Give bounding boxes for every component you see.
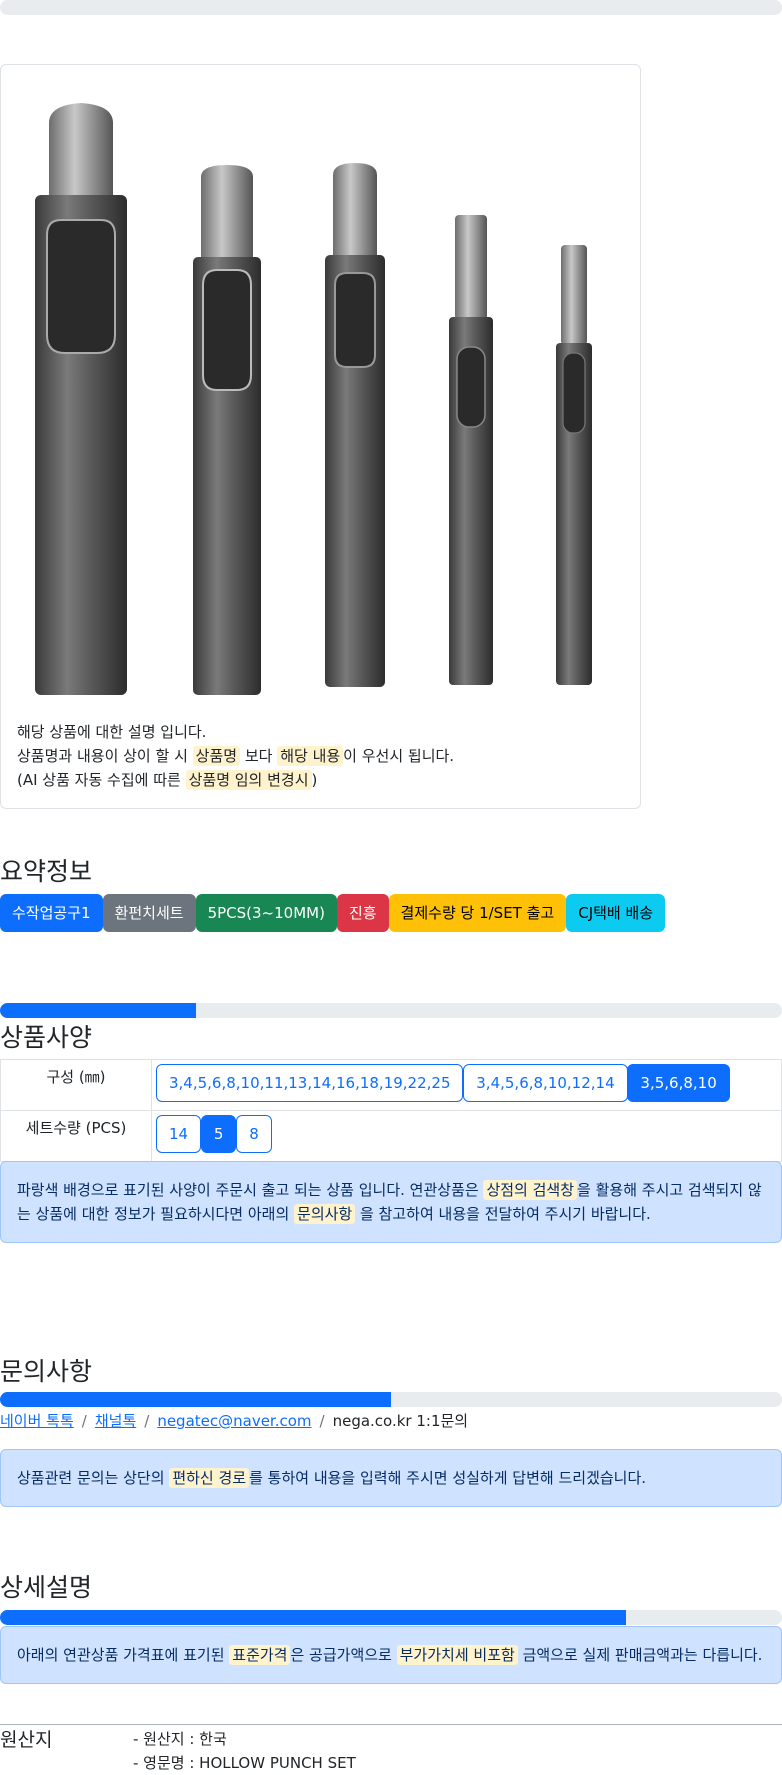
- inquiry-title: 문의사항: [0, 1357, 93, 1386]
- text: (AI 상품 자동 수집에 따른: [17, 771, 186, 789]
- punch-1: [35, 103, 127, 695]
- spec-notice: 파랑색 배경으로 표기된 사양이 주문시 출고 되는 상품 입니다. 연관상품은…: [0, 1161, 782, 1243]
- badge-delivery: CJ택배 배송: [566, 894, 666, 932]
- origin-label: 원산지: [0, 1729, 53, 1751]
- highlight-vat-excluded: 부가가치세 비포함: [396, 1645, 518, 1665]
- product-image-card: 해당 상품에 대한 설명 입니다. 상품명과 내용이 상이 할 시 상품명 보다…: [0, 64, 641, 809]
- separator: /: [81, 1412, 87, 1430]
- channeltalk-link[interactable]: 채널톡: [95, 1412, 136, 1430]
- top-progress-bar: [0, 0, 782, 15]
- text: 보다: [240, 747, 278, 765]
- detail-progress-bar: [0, 1610, 782, 1625]
- badge-shipping-unit: 결제수량 당 1/SET 출고: [388, 894, 567, 932]
- highlight-preferred-route: 편하신 경로: [169, 1468, 250, 1488]
- text: 상품명과 내용이 상이 할 시: [17, 747, 193, 765]
- spec-progress-bar: [0, 1003, 782, 1018]
- spec-row-composition: 구성 (㎜) 3,4,5,6,8,10,11,13,14,16,18,19,22…: [0, 1059, 782, 1111]
- text: 파랑색 배경으로 표기된 사양이 주문시 출고 되는 상품 입니다. 연관상품은: [17, 1181, 484, 1199]
- text: 이 우선시 됩니다.: [343, 747, 455, 765]
- punch-4: [449, 215, 493, 685]
- highlight-product-name: 상품명: [192, 746, 241, 766]
- highlight-inquiry: 문의사항: [294, 1204, 356, 1224]
- badge-category: 수작업공구1: [0, 894, 103, 932]
- spec-row-set-quantity: 세트수량 (PCS) 14 5 8: [0, 1110, 782, 1162]
- email-link[interactable]: negatec@naver.com: [157, 1412, 311, 1430]
- punch-5: [556, 245, 592, 685]
- spec-header-composition: 구성 (㎜): [0, 1059, 152, 1111]
- inquiry-progress-fill: [0, 1392, 391, 1407]
- spec-table: 구성 (㎜) 3,4,5,6,8,10,11,13,14,16,18,19,22…: [0, 1059, 782, 1162]
- origin-english-name: - 영문명 : HOLLOW PUNCH SET: [133, 1754, 356, 1772]
- separator: /: [319, 1412, 325, 1430]
- option-quantity-2[interactable]: 5: [200, 1115, 237, 1153]
- description-line-1: 해당 상품에 대한 설명 입니다.: [17, 723, 207, 741]
- text: 금액으로 실제 판매금액과는 다릅니다.: [517, 1646, 763, 1664]
- site-inquiry-text: nega.co.kr 1:1문의: [332, 1412, 469, 1430]
- badge-brand: 진흥: [336, 894, 389, 932]
- text: 를 통하여 내용을 입력해 주시면 성실하게 답변해 드리겠습니다.: [249, 1469, 647, 1487]
- badge-quantity: 5PCS(3~10MM): [195, 894, 337, 932]
- spec-options-set-quantity: 14 5 8: [151, 1110, 782, 1162]
- spec-progress-fill: [0, 1003, 196, 1018]
- text: ): [311, 771, 318, 789]
- summary-title: 요약정보: [0, 857, 93, 886]
- option-composition-2[interactable]: 3,4,5,6,8,10,12,14: [463, 1064, 628, 1102]
- separator: /: [144, 1412, 150, 1430]
- text: 은 공급가액으로: [290, 1646, 397, 1664]
- punch-3: [325, 163, 385, 687]
- badge-product-type: 환펀치세트: [102, 894, 196, 932]
- detail-notice: 아래의 연관상품 가격표에 표기된 표준가격 은 공급가액으로 부가가치세 비포함…: [0, 1626, 782, 1684]
- origin-section: 원산지 - 원산지 : 한국 - 영문명 : HOLLOW PUNCH SET: [0, 1724, 782, 1772]
- origin-country: - 원산지 : 한국: [133, 1730, 227, 1748]
- naver-talktalk-link[interactable]: 네이버 톡톡: [0, 1412, 74, 1430]
- highlight-name-change: 상품명 임의 변경시: [185, 770, 312, 790]
- detail-title: 상세설명: [0, 1573, 93, 1602]
- inquiry-progress-bar: [0, 1392, 782, 1407]
- spec-header-set-quantity: 세트수량 (PCS): [0, 1110, 152, 1162]
- inquiry-notice: 상품관련 문의는 상단의 편하신 경로 를 통하여 내용을 입력해 주시면 성실하…: [0, 1449, 782, 1507]
- text: 을 참고하여 내용을 전달하여 주시기 바랍니다.: [355, 1205, 651, 1223]
- origin-values: - 원산지 : 한국 - 영문명 : HOLLOW PUNCH SET: [133, 1727, 356, 1775]
- product-image: [35, 103, 592, 695]
- option-composition-3[interactable]: 3,5,6,8,10: [627, 1064, 730, 1102]
- description-line-2: 상품명과 내용이 상이 할 시 상품명 보다 해당 내용 이 우선시 됩니다.: [17, 744, 454, 768]
- product-description: 해당 상품에 대한 설명 입니다. 상품명과 내용이 상이 할 시 상품명 보다…: [17, 720, 454, 792]
- option-composition-1[interactable]: 3,4,5,6,8,10,11,13,14,16,18,19,22,25: [156, 1064, 464, 1102]
- highlight-search-box: 상점의 검색창: [483, 1180, 578, 1200]
- summary-badges: 수작업공구1 환펀치세트 5PCS(3~10MM) 진흥 결제수량 당 1/SE…: [0, 894, 666, 932]
- highlight-content: 해당 내용: [277, 746, 344, 766]
- text: 상품관련 문의는 상단의: [17, 1469, 170, 1487]
- spec-options-composition: 3,4,5,6,8,10,11,13,14,16,18,19,22,25 3,4…: [151, 1059, 782, 1111]
- option-quantity-1[interactable]: 14: [156, 1115, 202, 1153]
- punch-2: [193, 165, 261, 695]
- description-line-3: (AI 상품 자동 수집에 따른 상품명 임의 변경시): [17, 768, 454, 792]
- detail-progress-fill: [0, 1610, 626, 1625]
- highlight-standard-price: 표준가격: [229, 1645, 291, 1665]
- spec-title: 상품사양: [0, 1023, 93, 1052]
- text: 아래의 연관상품 가격표에 표기된: [17, 1646, 230, 1664]
- option-quantity-3[interactable]: 8: [236, 1115, 272, 1153]
- inquiry-links: 네이버 톡톡 / 채널톡 / negatec@naver.com / nega.co.kr …: [0, 1410, 468, 1431]
